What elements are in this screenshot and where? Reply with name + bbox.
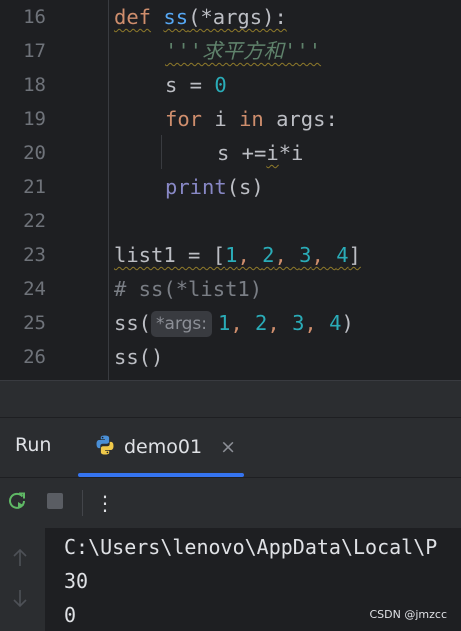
console-output[interactable]: C:\Users\lenovo\AppData\Local\P 30 0 CSD… [0, 528, 461, 631]
number-literal: 1 [218, 311, 231, 335]
code-line-17[interactable]: '''求平方和''' [165, 34, 321, 68]
line-number: 22 [23, 210, 46, 232]
line-number: 17 [23, 40, 46, 62]
number-literal: 4 [329, 311, 342, 335]
stop-icon [46, 492, 64, 514]
comma: , [311, 243, 337, 267]
number-literal: 2 [255, 311, 268, 335]
variable-i: i [266, 141, 279, 165]
number-literal: 3 [292, 311, 305, 335]
keyword-for: for [165, 107, 203, 131]
close-icon[interactable]: × [220, 436, 236, 458]
assignment: s = [165, 73, 215, 97]
line-number: 21 [23, 176, 46, 198]
augmented-assignment: s += [217, 141, 267, 165]
indent-guide [161, 135, 162, 169]
bracket-close: ] [348, 243, 361, 267]
arrow-up-icon[interactable] [11, 548, 29, 572]
more-options-button[interactable]: ⋮ [92, 490, 118, 516]
comma: , [267, 311, 293, 335]
code-editor[interactable]: 16 17 18 19 20 21 22 23 24 25 26 def ss(… [0, 0, 461, 380]
code-line-16[interactable]: def ss(*args): [114, 0, 287, 34]
console-line: C:\Users\lenovo\AppData\Local\P [64, 535, 438, 559]
line-number: 25 [23, 312, 46, 334]
function-params: (*args): [188, 5, 287, 29]
run-panel-header: Run demo01 × [0, 417, 461, 478]
code-line-23[interactable]: list1 = [1, 2, 3, 4] [114, 238, 361, 272]
line-number: 20 [23, 142, 46, 164]
gutter-divider [108, 0, 109, 380]
comma: , [237, 243, 263, 267]
docstring: '''求平方和''' [165, 39, 322, 63]
number-literal: 2 [262, 243, 275, 267]
loop-variable: i [202, 107, 240, 131]
function-name: ss [163, 5, 189, 29]
tab-demo01[interactable]: demo01 × [94, 430, 236, 464]
line-number: 26 [23, 346, 46, 368]
line-number: 16 [23, 6, 46, 28]
parameter-hint: *args: [151, 311, 213, 337]
code-line-19[interactable]: for i in args: [165, 102, 338, 136]
run-panel-title: Run [15, 434, 52, 456]
multiply-expression: *i [278, 141, 304, 165]
line-number: 18 [23, 74, 46, 96]
python-icon [94, 434, 116, 460]
stop-button[interactable] [42, 490, 68, 516]
code-line-26[interactable]: ss() [114, 340, 163, 374]
line-number: 23 [23, 244, 46, 266]
rerun-button[interactable] [4, 490, 30, 516]
code-line-18[interactable]: s = 0 [165, 68, 227, 102]
function-call: ss( [114, 311, 152, 335]
keyword-in: in [239, 107, 264, 131]
comment: # ss(*list1) [114, 277, 263, 301]
arrow-down-icon[interactable] [11, 588, 29, 612]
toolbar-divider [82, 490, 83, 516]
code-line-25[interactable]: ss(*args: 1, 2, 3, 4) [114, 306, 354, 340]
panel-splitter[interactable] [0, 380, 461, 418]
tab-label: demo01 [124, 436, 203, 458]
builtin-print: print [165, 175, 227, 199]
comma: , [304, 311, 330, 335]
function-call: ss() [114, 345, 164, 369]
line-number-gutter: 16 17 18 19 20 21 22 23 24 25 26 [0, 0, 108, 380]
line-number: 24 [23, 278, 46, 300]
number-literal: 3 [299, 243, 312, 267]
code-line-21[interactable]: print(s) [165, 170, 264, 204]
print-args: (s) [226, 175, 264, 199]
code-line-20[interactable]: s +=i*i [217, 136, 303, 170]
console-line: 0 [64, 603, 77, 627]
comma: , [274, 243, 300, 267]
console-gutter [0, 528, 45, 631]
paren-close: ) [341, 311, 354, 335]
run-toolbar: ⋮ [0, 477, 461, 529]
console-line: 30 [64, 569, 89, 593]
rerun-icon [6, 490, 28, 516]
code-line-24[interactable]: # ss(*list1) [114, 272, 262, 306]
comma: , [230, 311, 256, 335]
number-literal: 0 [214, 73, 227, 97]
loop-iterable: args: [263, 107, 338, 131]
line-number: 19 [23, 108, 46, 130]
number-literal: 1 [225, 243, 238, 267]
keyword-def: def [114, 5, 152, 29]
list-assignment: list1 = [ [114, 243, 226, 267]
watermark: CSDN @jmzcc [369, 608, 448, 621]
number-literal: 4 [336, 243, 349, 267]
